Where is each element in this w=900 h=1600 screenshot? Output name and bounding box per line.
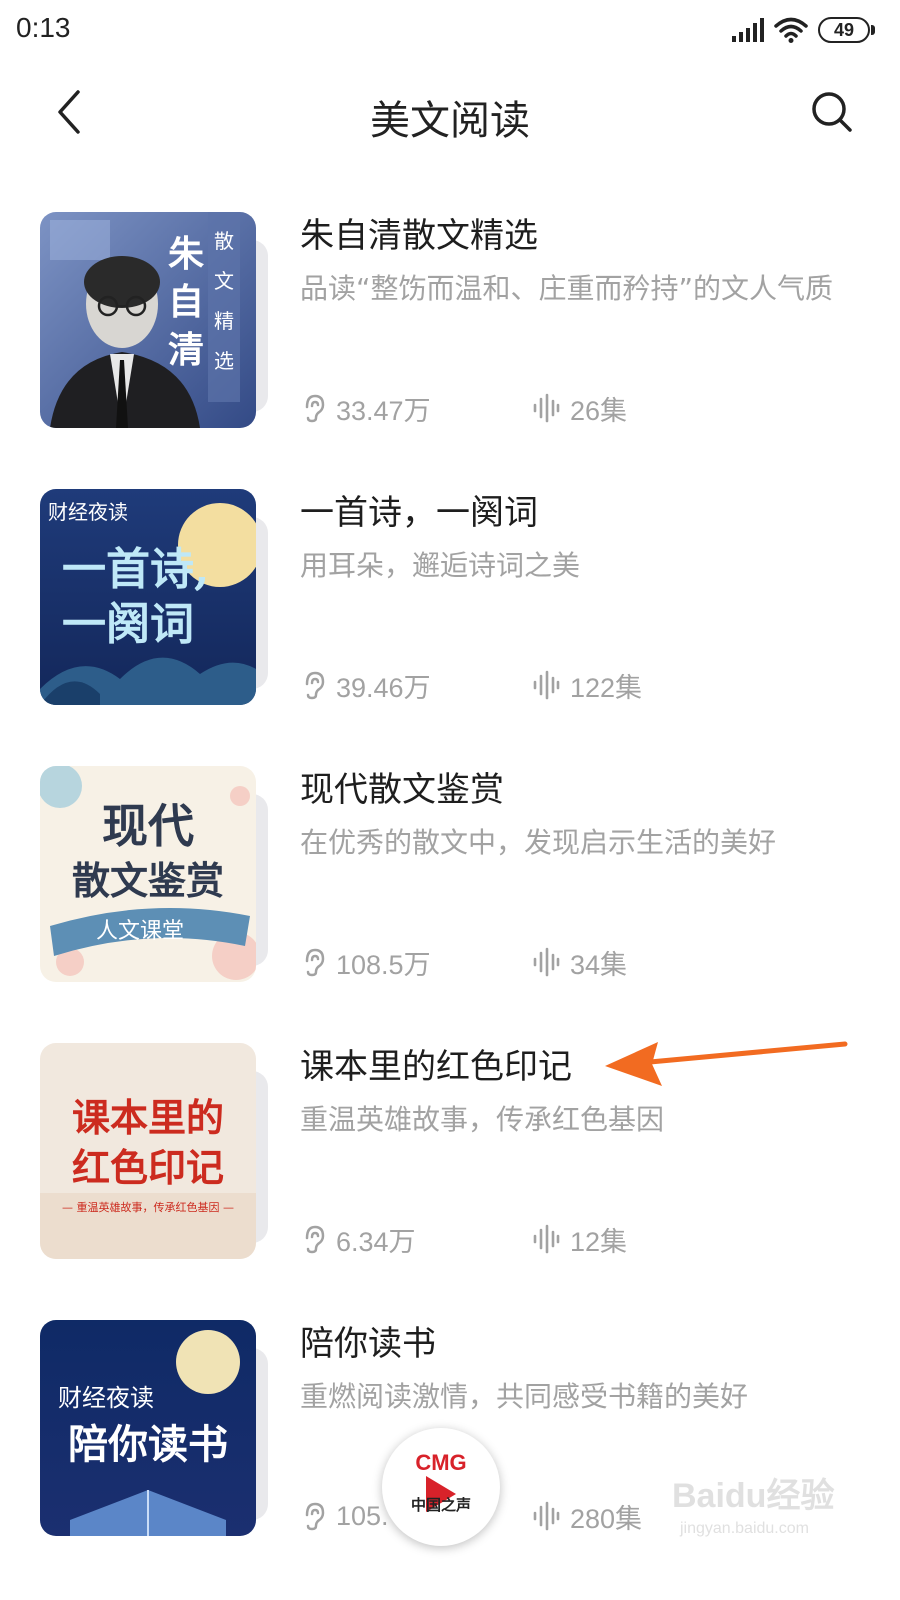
waveform-icon: [533, 393, 560, 423]
cover: 课本里的 红色印记 — 重温英雄故事，传承红色基因 —: [40, 1043, 270, 1259]
episode-count: 280集: [532, 1496, 642, 1536]
battery-level: 49: [833, 19, 855, 40]
cover-line1-text: 现代: [102, 799, 194, 853]
ear-icon: [305, 394, 325, 423]
item-title: 现代散文鉴赏: [300, 770, 504, 810]
waveform-icon: [533, 1501, 560, 1531]
item-stats: 108.5万 34集: [300, 942, 860, 982]
player-sub: 中国之声: [410, 1496, 471, 1514]
cover: 财经夜读 陪你读书: [40, 1320, 270, 1536]
play-count-text: 105.: [336, 1500, 389, 1531]
cover-line1-text: 一首诗,: [62, 544, 209, 595]
cover-image: 课本里的 红色印记 — 重温英雄故事，传承红色基因 —: [40, 1043, 256, 1259]
list-item[interactable]: 散 文 精 选 朱 自 清 朱自清散文精选 品读“整饬而温和、庄重而矜持”的文人…: [0, 200, 900, 440]
play-count-text: 33.47万: [336, 395, 431, 426]
cover-tag-text: 财经夜读: [48, 500, 128, 524]
watermark-main: Baidu经验: [672, 1477, 835, 1515]
item-info: 一首诗，一阕词 用耳朵，邂逅诗词之美 39.46万 122集: [300, 489, 860, 705]
svg-text:精: 精: [214, 309, 234, 333]
waveform-icon: [533, 1224, 560, 1254]
signal-icon: [732, 18, 764, 42]
item-info: 现代散文鉴赏 在优秀的散文中，发现启示生活的美好 108.5万 34集: [300, 766, 860, 982]
ear-icon: [305, 1502, 325, 1531]
item-stats: 33.47万 26集: [300, 388, 860, 428]
episode-count-text: 26集: [570, 395, 628, 426]
svg-text:自: 自: [168, 281, 204, 323]
mini-player-button[interactable]: CMG 中国之声: [382, 1428, 500, 1546]
cover-image: 现代 散文鉴赏 人文课堂: [40, 766, 256, 982]
battery-icon: 49: [818, 17, 875, 43]
list-item[interactable]: 财经夜读 一首诗, 一阕词 一首诗，一阕词 用耳朵，邂逅诗词之美 39.46万: [0, 477, 900, 717]
cover: 财经夜读 一首诗, 一阕词: [40, 489, 270, 705]
item-title: 陪你读书: [300, 1324, 436, 1364]
item-title: 朱自清散文精选: [300, 216, 538, 256]
ear-icon: [305, 1225, 325, 1254]
play-count: 33.47万: [302, 388, 431, 428]
watermark: Baidu经验 jingyan.baidu.com: [672, 1468, 872, 1548]
status-bar: 0:13 49: [0, 0, 900, 60]
play-count-text: 6.34万: [336, 1226, 416, 1257]
watermark-sub: jingyan.baidu.com: [680, 1520, 809, 1537]
episode-count-text: 12集: [570, 1226, 628, 1257]
item-stats: 39.46万 122集: [300, 665, 860, 705]
episode-count: 34集: [532, 942, 627, 982]
cover-image: 财经夜读 一首诗, 一阕词: [40, 489, 256, 705]
player-logo: CMG: [415, 1450, 467, 1475]
play-count: 105.: [302, 1496, 389, 1536]
svg-text:选: 选: [214, 349, 234, 373]
cover-line2-text: 一阕词: [62, 599, 194, 650]
cover-title-text: 朱: [168, 233, 205, 275]
header: 美文阅读: [0, 70, 900, 160]
play-count-text: 39.46万: [336, 672, 431, 703]
episode-count: 12集: [532, 1219, 627, 1259]
play-count: 108.5万: [302, 942, 431, 982]
cover-line1-text: 课本里的: [72, 1095, 224, 1140]
cover: 现代 散文鉴赏 人文课堂: [40, 766, 270, 982]
item-info: 朱自清散文精选 品读“整饬而温和、庄重而矜持”的文人气质 33.47万 26集: [300, 212, 860, 428]
episode-count: 122集: [532, 665, 642, 705]
cover-image: 散 文 精 选 朱 自 清: [40, 212, 256, 428]
cover-line1-text: 陪你读书: [68, 1421, 228, 1468]
list-item[interactable]: 现代 散文鉴赏 人文课堂 现代散文鉴赏 在优秀的散文中，发现启示生活的美好 10…: [0, 754, 900, 994]
cover-line2-text: 散文鉴赏: [72, 858, 224, 903]
item-desc: 品读“整饬而温和、庄重而矜持”的文人气质: [300, 272, 834, 305]
waveform-icon: [533, 670, 560, 700]
item-desc: 在优秀的散文中，发现启示生活的美好: [300, 826, 777, 859]
play-count-text: 108.5万: [336, 949, 431, 980]
cover-tag-text: 财经夜读: [58, 1384, 154, 1412]
ear-icon: [305, 671, 325, 700]
search-icon: [812, 92, 852, 132]
ear-icon: [305, 948, 325, 977]
cover-image: 财经夜读 陪你读书: [40, 1320, 256, 1536]
status-icons: 49: [732, 14, 875, 46]
cover-line2-text: 红色印记: [72, 1145, 224, 1190]
cover: 散 文 精 选 朱 自 清: [40, 212, 270, 428]
episode-count: 26集: [532, 388, 627, 428]
item-desc: 用耳朵，邂逅诗词之美: [300, 549, 581, 582]
wifi-icon: [774, 17, 808, 43]
episode-count-text: 122集: [570, 672, 643, 703]
item-desc: 重温英雄故事，传承红色基因: [300, 1103, 665, 1136]
cover-side-text: 散: [214, 229, 234, 253]
item-stats: 6.34万 12集: [300, 1219, 860, 1259]
cover-sub-text: — 重温英雄故事，传承红色基因 —: [62, 1200, 234, 1214]
play-count: 39.46万: [302, 665, 431, 705]
play-count: 6.34万: [302, 1219, 416, 1259]
svg-text:文: 文: [214, 269, 234, 293]
item-title: 一首诗，一阕词: [300, 493, 538, 533]
waveform-icon: [533, 947, 560, 977]
episode-count-text: 280集: [570, 1503, 643, 1534]
svg-text:清: 清: [168, 329, 204, 371]
page-title: 美文阅读: [370, 98, 530, 144]
battery-tip: [871, 25, 875, 35]
annotation-arrow: [605, 1041, 848, 1086]
status-time: 0:13: [16, 12, 71, 43]
episode-count-text: 34集: [570, 949, 628, 980]
item-desc: 重燃阅读激情，共同感受书籍的美好: [300, 1380, 749, 1413]
cover-ribbon-text: 人文课堂: [96, 919, 184, 944]
search-button[interactable]: [804, 84, 860, 140]
